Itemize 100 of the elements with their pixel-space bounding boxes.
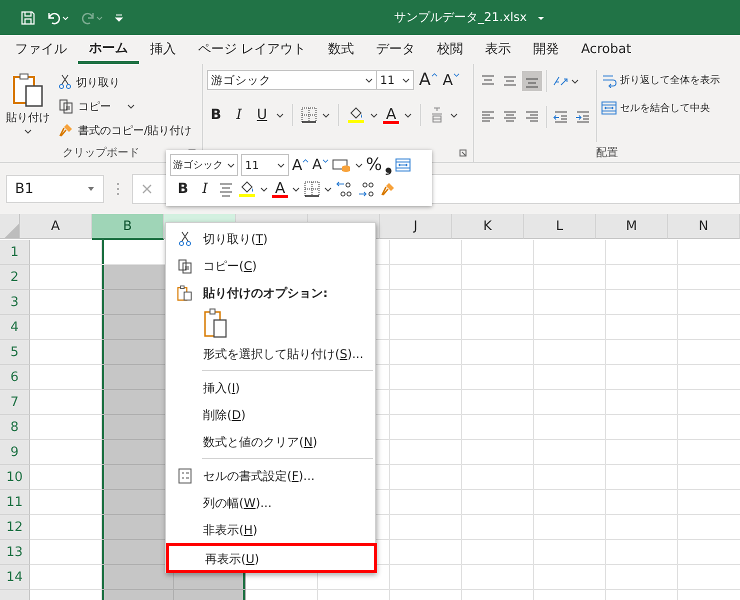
name-box[interactable]: B1 — [6, 175, 104, 203]
select-all-button[interactable] — [0, 214, 20, 239]
shrink-font-button[interactable]: A — [442, 71, 460, 89]
chevron-up-icon — [302, 158, 310, 163]
paste-button[interactable]: 貼り付け — [4, 70, 52, 142]
row-header[interactable]: 6 — [0, 365, 30, 390]
copy-button[interactable]: コピー — [58, 96, 192, 116]
row-header[interactable]: 9 — [0, 440, 30, 465]
align-bottom-icon[interactable] — [522, 71, 542, 91]
menu-item[interactable]: 数式と値のクリア(N) — [203, 430, 318, 454]
ribbon-tab[interactable]: ページ レイアウト — [187, 35, 318, 64]
group-label: クリップボード — [62, 144, 140, 160]
italic-button[interactable]: I — [230, 107, 248, 123]
bold-button[interactable]: B — [207, 107, 225, 123]
column-header[interactable]: M — [596, 214, 668, 239]
format-painter-button[interactable]: 書式のコピー/貼り付け — [58, 120, 192, 140]
paste-option-icon[interactable] — [204, 308, 228, 338]
ribbon-tab[interactable]: 数式 — [317, 35, 366, 64]
font-color-button[interactable]: A — [272, 180, 288, 198]
caret-icon — [24, 127, 32, 135]
format-painter-icon[interactable] — [380, 181, 396, 197]
row-header[interactable]: 10 — [0, 465, 30, 490]
row-header[interactable]: 5 — [0, 340, 30, 365]
ribbon-tab[interactable]: データ — [365, 35, 426, 64]
grow-font-button[interactable]: A — [292, 156, 310, 174]
increase-decimal-icon[interactable] — [358, 180, 376, 198]
comma-style-button[interactable]: ❟ — [385, 154, 392, 176]
caret-icon[interactable] — [370, 111, 378, 119]
caret-icon[interactable] — [276, 111, 284, 119]
percent-style-button[interactable]: % — [366, 155, 382, 175]
borders-icon[interactable] — [301, 107, 317, 123]
underline-button[interactable]: U — [253, 107, 271, 123]
font-color-button[interactable]: A — [383, 106, 400, 124]
row-header[interactable]: 7 — [0, 390, 30, 415]
caret-icon[interactable] — [292, 185, 300, 193]
cut-button[interactable]: 切り取り — [58, 72, 192, 92]
menu-item[interactable]: 形式を選択して貼り付け(S)... — [203, 342, 364, 366]
menu-item[interactable]: コピー(C) — [203, 254, 257, 278]
bold-button[interactable]: B — [174, 181, 192, 197]
format-cells-icon — [178, 468, 192, 484]
column-header[interactable]: K — [452, 214, 524, 239]
row-header[interactable]: 11 — [0, 490, 30, 515]
row-header[interactable]: 1 — [0, 240, 30, 265]
caret-icon[interactable] — [324, 185, 332, 193]
row-header[interactable]: 3 — [0, 290, 30, 315]
caret-icon — [127, 102, 135, 110]
caret-icon[interactable] — [404, 111, 412, 119]
fill-color-icon[interactable] — [347, 106, 365, 124]
caret-icon[interactable] — [354, 161, 363, 169]
row-header[interactable]: 2 — [0, 265, 30, 290]
caret-icon[interactable] — [322, 111, 330, 119]
column-header[interactable]: A — [20, 214, 92, 239]
ribbon-tab[interactable]: Acrobat — [570, 35, 642, 64]
caret-icon — [227, 161, 235, 169]
menu-item[interactable]: 削除(D) — [203, 402, 246, 426]
menu-item[interactable]: セルの書式設定(F)... — [203, 464, 315, 488]
chevron-down-icon — [322, 159, 329, 164]
column-header[interactable]: B — [92, 214, 164, 240]
merge-center-button[interactable]: セルを結合して中央 — [601, 98, 720, 118]
font-size-field[interactable]: 11 — [241, 154, 289, 176]
borders-icon[interactable] — [304, 181, 320, 197]
menu-item[interactable]: 列の幅(W)... — [203, 490, 272, 514]
caret-icon[interactable] — [450, 111, 458, 119]
caret-icon[interactable] — [260, 185, 268, 193]
column-header[interactable]: N — [668, 214, 740, 239]
italic-button[interactable]: I — [196, 181, 214, 197]
accounting-format-icon[interactable] — [332, 157, 352, 173]
font-size-field[interactable]: 11 — [376, 70, 414, 90]
font-name-field[interactable]: 游ゴシック — [170, 154, 238, 176]
row-header[interactable]: 4 — [0, 315, 30, 340]
grow-font-button[interactable]: A — [419, 70, 438, 90]
row-header[interactable]: 14 — [0, 565, 30, 590]
ribbon-tab[interactable]: 開発 — [522, 35, 570, 64]
caret-icon — [402, 76, 410, 84]
ribbon-tab[interactable]: ファイル — [4, 35, 78, 64]
merge-center-icon[interactable] — [395, 157, 411, 173]
caret-icon[interactable] — [571, 77, 579, 85]
column-header[interactable]: L — [524, 214, 596, 239]
cell[interactable] — [102, 565, 174, 590]
decrease-decimal-icon[interactable] — [336, 180, 354, 198]
menu-item[interactable]: 非表示(H) — [203, 518, 258, 542]
ribbon-tab[interactable]: 表示 — [474, 35, 522, 64]
column-header[interactable]: J — [380, 214, 452, 239]
row-header[interactable]: 13 — [0, 540, 30, 565]
save-icon[interactable] — [20, 10, 36, 26]
fill-color-icon[interactable] — [238, 180, 256, 198]
ribbon-tab[interactable]: 校閲 — [426, 35, 474, 64]
customize-icon[interactable] — [114, 12, 124, 22]
row-header[interactable]: 12 — [0, 515, 30, 540]
dialog-launcher-icon[interactable] — [459, 149, 467, 157]
shrink-font-button[interactable]: A — [312, 157, 329, 173]
menu-item[interactable]: 切り取り(T) — [203, 226, 268, 250]
wrap-text-button[interactable]: 折り返して全体を表示 — [601, 70, 720, 90]
ribbon-tab[interactable]: 挿入 — [139, 35, 187, 64]
menu-item[interactable]: 再表示(U) — [166, 543, 377, 573]
cancel-icon[interactable] — [141, 183, 153, 195]
row-header[interactable]: 8 — [0, 415, 30, 440]
menu-item[interactable]: 挿入(I) — [203, 376, 240, 400]
font-name-field[interactable]: 游ゴシック — [207, 70, 377, 90]
align-center-icon[interactable] — [218, 181, 234, 197]
